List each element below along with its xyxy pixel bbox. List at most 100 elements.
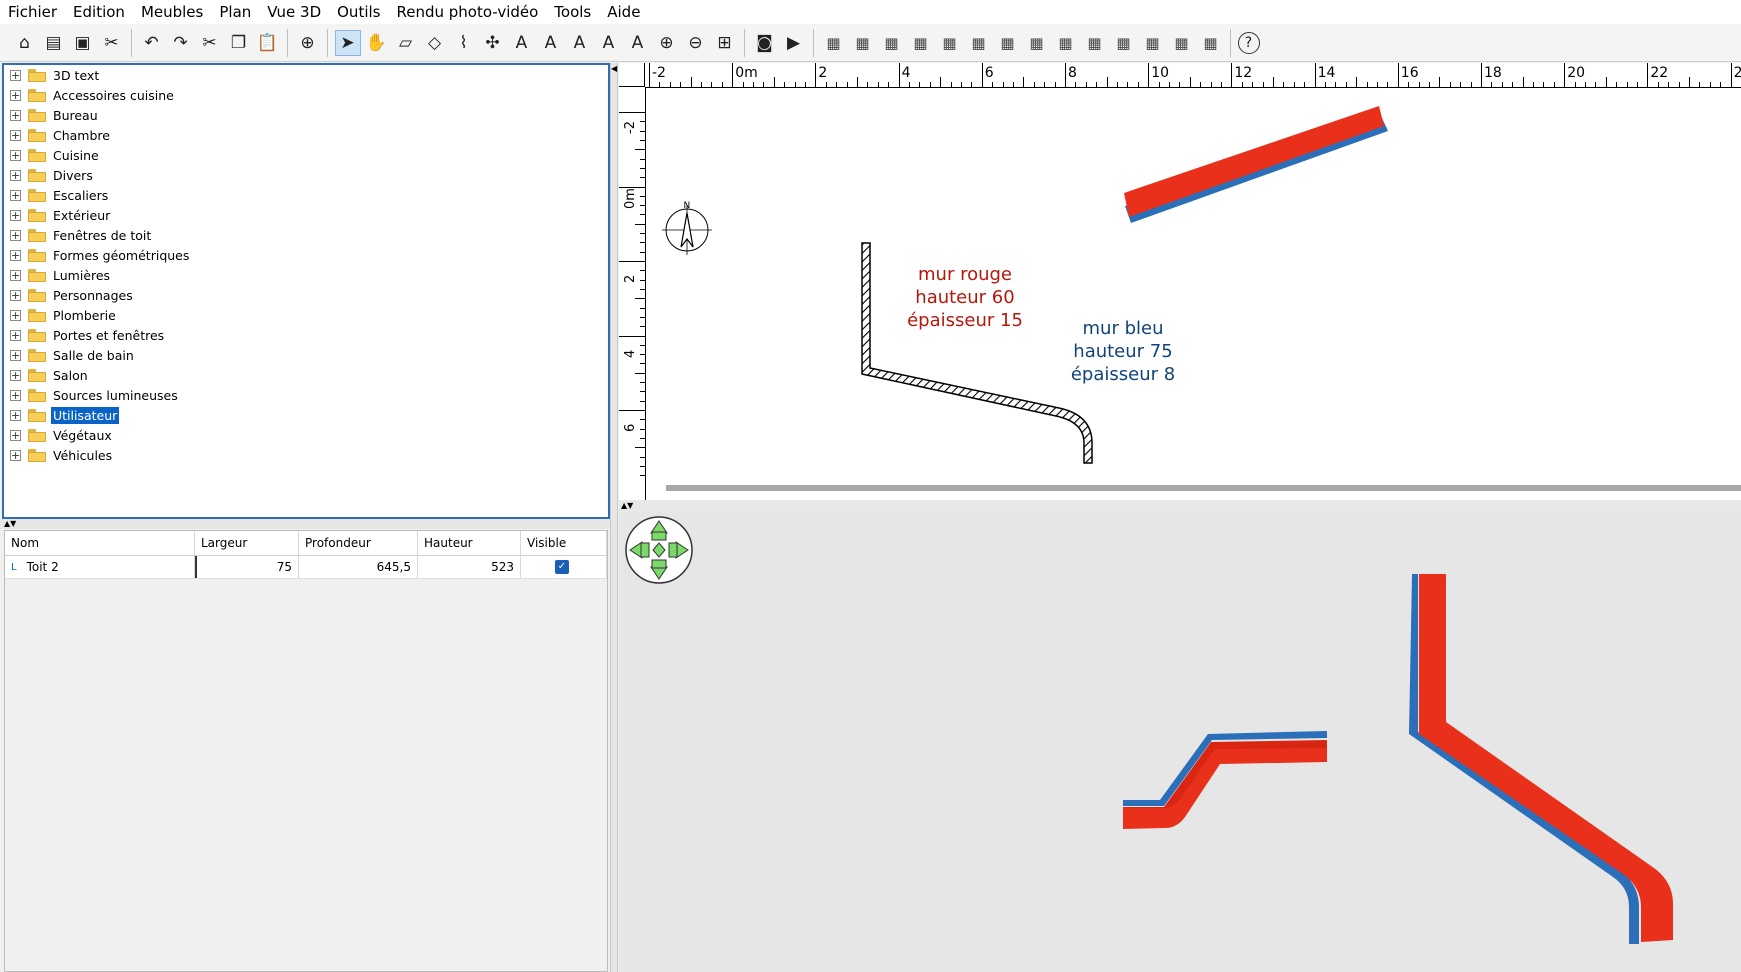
catalog-category[interactable]: + Cuisine [4,145,608,165]
catalog-category[interactable]: + Personnages [4,285,608,305]
add-text-icon[interactable]: A [509,30,535,56]
expand-plus-icon[interactable]: + [10,129,21,141]
new-home-icon[interactable]: ⌂ [12,30,38,56]
menu-item-8[interactable]: Aide [599,3,648,21]
expand-plus-icon[interactable]: + [10,409,21,421]
create-dimensions-icon[interactable]: ✣ [480,30,506,56]
menu-item-2[interactable]: Meubles [133,3,211,21]
table-row[interactable]: L Toit 2 75 645,5 523 ✓ [5,556,607,579]
menu-item-7[interactable]: Tools [546,3,599,21]
paste-icon[interactable]: 📋 [255,30,281,56]
cut-icon[interactable]: ✂ [197,30,223,56]
plugin-14-icon[interactable]: ▦ [1198,30,1224,56]
plugin-9-icon[interactable]: ▦ [1053,30,1079,56]
pan-hand-icon[interactable]: ✋ [364,30,390,56]
catalog-category[interactable]: + Salle de bain [4,345,608,365]
compass-icon[interactable]: N [662,201,712,255]
redo-icon[interactable]: ↷ [168,30,194,56]
expand-plus-icon[interactable]: + [10,429,21,441]
plugin-7-icon[interactable]: ▦ [995,30,1021,56]
expand-plus-icon[interactable]: + [10,69,21,81]
catalog-category[interactable]: + Utilisateur [4,405,608,425]
3d-canvas[interactable] [619,512,1741,972]
menu-item-0[interactable]: Fichier [0,3,65,21]
expand-plus-icon[interactable]: + [10,249,21,261]
expand-plus-icon[interactable]: + [10,229,21,241]
catalog-category[interactable]: + Lumières [4,265,608,285]
open-icon[interactable]: ▤ [41,30,67,56]
3d-view[interactable] [619,512,1741,972]
catalog-category[interactable]: + Escaliers [4,185,608,205]
plan-view[interactable]: -2 0m 2 4 6 8 10 12 14 16 18 20 22 2 -2 0m 2 4 6 N mur ro… [619,63,1741,500]
expand-plus-icon[interactable]: + [10,149,21,161]
furniture-catalog-tree[interactable]: +3D text + Accessoires cuisine + Bureau + Cham… [2,63,610,519]
column-header-largeur[interactable]: Largeur [195,531,299,555]
zoom-fit-icon[interactable]: ⊞ [712,30,738,56]
catalog-category[interactable]: + Chambre [4,125,608,145]
plan-canvas[interactable]: N [619,63,1741,500]
save-icon[interactable]: ▣ [70,30,96,56]
column-header-nom[interactable]: Nom [5,531,195,555]
catalog-category[interactable]: + Portes et fenêtres [4,325,608,345]
add-furniture-icon[interactable]: ⊕ [295,30,321,56]
catalog-category[interactable]: + Formes géométriques [4,245,608,265]
plugin-5-icon[interactable]: ▦ [937,30,963,56]
catalog-category[interactable]: + Divers [4,165,608,185]
plugin-3-icon[interactable]: ▦ [879,30,905,56]
menu-item-6[interactable]: Rendu photo-vidéo [388,3,546,21]
photo-icon[interactable]: ◙ [752,30,778,56]
main-vertical-splitter[interactable]: ◀ [610,63,618,972]
catalog-splitter[interactable]: ▲▼ [0,519,610,529]
catalog-category[interactable]: + Plomberie [4,305,608,325]
column-header-hauteur[interactable]: Hauteur [418,531,521,555]
expand-plus-icon[interactable]: + [10,189,21,201]
catalog-category[interactable]: + Accessoires cuisine [4,85,608,105]
plugin-6-icon[interactable]: ▦ [966,30,992,56]
catalog-category[interactable]: + Sources lumineuses [4,385,608,405]
plugin-4-icon[interactable]: ▦ [908,30,934,56]
plugin-10-icon[interactable]: ▦ [1082,30,1108,56]
menu-item-1[interactable]: Edition [65,3,133,21]
plugin-8-icon[interactable]: ▦ [1024,30,1050,56]
italic-text-icon[interactable]: A [625,30,651,56]
wall-red-blue[interactable] [1124,106,1388,223]
plan-horizontal-scrollbar[interactable] [666,485,1741,491]
video-icon[interactable]: ▶ [781,30,807,56]
menu-item-3[interactable]: Plan [211,3,259,21]
create-polylines-icon[interactable]: ⌇ [451,30,477,56]
expand-plus-icon[interactable]: + [10,209,21,221]
plugin-1-icon[interactable]: ▦ [821,30,847,56]
expand-plus-icon[interactable]: + [10,349,21,361]
catalog-category[interactable]: +3D text [4,65,608,85]
create-walls-icon[interactable]: ▱ [393,30,419,56]
undo-icon[interactable]: ↶ [139,30,165,56]
plan-3d-splitter[interactable]: ▲▼ [619,500,1741,512]
plugin-12-icon[interactable]: ▦ [1140,30,1166,56]
zoom-out-icon[interactable]: ⊖ [683,30,709,56]
catalog-category[interactable]: + Bureau [4,105,608,125]
catalog-category[interactable]: + Véhicules [4,445,608,465]
3d-navigation-control[interactable] [625,516,693,584]
plugin-2-icon[interactable]: ▦ [850,30,876,56]
expand-plus-icon[interactable]: + [10,289,21,301]
copy-icon[interactable]: ❐ [226,30,252,56]
expand-plus-icon[interactable]: + [10,309,21,321]
cut-tool-icon[interactable]: ✂ [99,30,125,56]
column-header-visible[interactable]: Visible [521,531,607,555]
create-rooms-icon[interactable]: ◇ [422,30,448,56]
expand-plus-icon[interactable]: + [10,449,21,461]
visible-checkbox[interactable]: ✓ [555,560,569,574]
catalog-category[interactable]: + Extérieur [4,205,608,225]
zoom-in-icon[interactable]: ⊕ [654,30,680,56]
expand-plus-icon[interactable]: + [10,89,21,101]
splitter-arrows-icon[interactable]: ▲▼ [621,502,633,510]
catalog-category[interactable]: + Salon [4,365,608,385]
splitter-arrow-icon[interactable]: ◀ [611,65,617,73]
bold-text-icon[interactable]: A [596,30,622,56]
expand-plus-icon[interactable]: + [10,169,21,181]
increase-text-icon[interactable]: A [538,30,564,56]
select-arrow-icon[interactable]: ➤ [334,29,361,56]
expand-plus-icon[interactable]: + [10,329,21,341]
catalog-category[interactable]: + Végétaux [4,425,608,445]
plugin-13-icon[interactable]: ▦ [1169,30,1195,56]
